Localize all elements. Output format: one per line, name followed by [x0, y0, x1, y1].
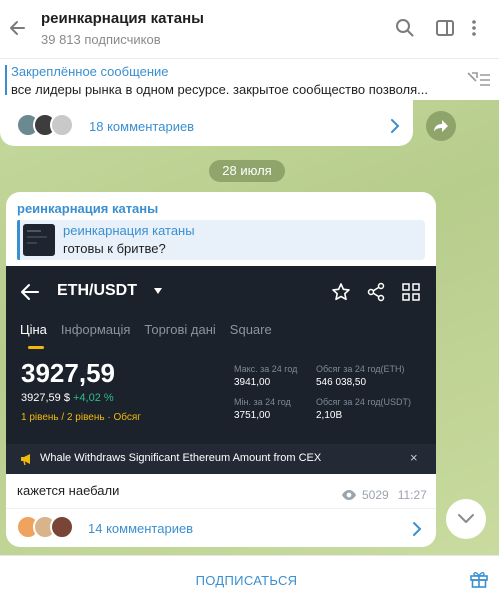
caret-down-icon	[154, 288, 162, 294]
comments-link[interactable]: 14 комментариев	[88, 521, 193, 536]
close-icon: ×	[410, 450, 418, 465]
subscriber-count: 39 813 подписчиков	[41, 32, 161, 47]
star-icon	[332, 283, 350, 301]
share-arrow-icon	[434, 120, 448, 132]
commenter-avatars	[16, 515, 74, 539]
commenter-avatars	[16, 113, 74, 137]
volume-eth-value: 546 038,50	[316, 377, 367, 388]
search-button[interactable]	[393, 16, 417, 40]
volume-usdt-value: 2,10B	[316, 410, 343, 421]
search-icon	[396, 19, 414, 37]
pinned-message[interactable]: Закреплённое сообщение все лидеры рынка …	[0, 58, 499, 100]
high-label: Макс. за 24 год	[234, 364, 298, 374]
pinned-text: все лидеры рынка в одном ресурсе. закрыт…	[11, 82, 428, 97]
pin-list-icon	[467, 72, 490, 86]
depth-levels: 1 рівень / 2 рівень · Обсяг	[21, 412, 141, 423]
post-image[interactable]: ETH/USDT Ціна Інформація Торгові дані Sq…	[6, 266, 436, 474]
subscribe-bar: ПОДПИСАТЬСЯ	[0, 555, 499, 598]
reply-quote[interactable]: реинкарнация катаны готовы к бритве?	[17, 220, 425, 260]
avatar	[50, 113, 74, 137]
post-comments-bar[interactable]: 14 комментариев	[6, 508, 436, 547]
tab-trading-data: Торгові дані	[144, 322, 216, 337]
reply-accent-bar	[17, 220, 20, 260]
channel-title[interactable]: реинкарнация катаны	[41, 10, 204, 27]
back-button[interactable]	[4, 14, 32, 42]
more-button[interactable]	[462, 16, 486, 40]
previous-post-footer: 18 комментариев	[0, 100, 413, 146]
gift-button[interactable]	[469, 569, 489, 589]
news-ticker: Whale Withdraws Significant Ethereum Amo…	[6, 444, 436, 474]
message-text: кажется наебали	[17, 483, 120, 498]
pinned-list-button[interactable]	[466, 71, 492, 89]
reply-title: реинкарнация катаны	[63, 223, 195, 238]
message-meta: 5029 11:27	[341, 488, 427, 502]
screenshot-tabs: Ціна Інформація Торгові дані Square	[20, 322, 286, 337]
chevron-down-icon	[458, 514, 474, 523]
news-headline: Whale Withdraws Significant Ethereum Amo…	[40, 452, 322, 464]
sidebar-toggle-button[interactable]	[433, 16, 457, 40]
arrow-left-icon	[10, 21, 25, 35]
avatar	[50, 515, 74, 539]
subscribe-button[interactable]: ПОДПИСАТЬСЯ	[0, 573, 493, 588]
message-author[interactable]: реинкарнация катаны	[17, 201, 158, 216]
sidebar-icon	[436, 20, 454, 36]
gift-icon	[470, 572, 488, 588]
channel-header: реинкарнация катаны 39 813 подписчиков	[0, 0, 499, 58]
pinned-accent-bar	[5, 65, 7, 95]
high-value: 3941,00	[234, 377, 271, 388]
comments-link[interactable]: 18 комментариев	[89, 119, 194, 134]
trading-pair: ETH/USDT	[57, 282, 137, 299]
message-time: 11:27	[397, 488, 427, 502]
price-usd: 3927,59 $	[21, 392, 70, 404]
eye-icon	[342, 490, 356, 500]
arrow-left-icon	[21, 284, 39, 300]
volume-eth-label: Обсяг за 24 год(ETH)	[316, 364, 405, 374]
current-price: 3927,59	[21, 358, 115, 388]
share-button[interactable]	[426, 111, 456, 141]
low-label: Мін. за 24 год	[234, 397, 291, 407]
pinned-title: Закреплённое сообщение	[11, 64, 169, 79]
tab-info: Інформація	[60, 322, 131, 337]
price-change: +4,02 %	[73, 392, 114, 404]
reply-thumbnail	[23, 224, 55, 256]
reply-text: готовы к бритве?	[63, 241, 166, 256]
grid-icon	[402, 283, 420, 301]
tab-square: Square	[229, 322, 272, 337]
volume-usdt-label: Обсяг за 24 год(USDT)	[316, 397, 411, 407]
date-separator: 28 июля	[209, 160, 285, 182]
message-bubble: реинкарнация катаны реинкарнация катаны …	[6, 192, 436, 547]
chevron-right-icon	[391, 119, 400, 133]
active-tab-indicator	[28, 346, 44, 349]
price-usd-line: 3927,59 $ +4,02 %	[21, 392, 114, 404]
view-count: 5029	[362, 488, 389, 502]
chevron-right-icon	[413, 522, 422, 536]
megaphone-icon	[21, 454, 30, 466]
scroll-down-button[interactable]	[446, 499, 486, 539]
low-value: 3751,00	[234, 410, 271, 421]
tab-price: Ціна	[20, 322, 47, 337]
more-vertical-icon	[472, 20, 476, 36]
share-icon	[367, 282, 385, 302]
